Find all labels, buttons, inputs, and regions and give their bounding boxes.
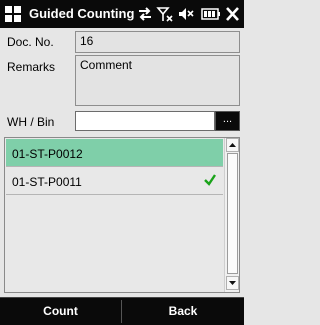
scroll-down-button[interactable] bbox=[226, 276, 239, 290]
close-icon[interactable] bbox=[224, 5, 241, 23]
list-item-label: 01-ST-P0012 bbox=[12, 147, 83, 161]
volume-muted-icon[interactable] bbox=[177, 5, 195, 23]
remarks-label: Remarks bbox=[7, 60, 56, 74]
arrow-up-icon bbox=[229, 143, 236, 147]
list-item[interactable]: 01-ST-P0012 bbox=[6, 139, 223, 167]
count-button[interactable]: Count bbox=[0, 298, 121, 325]
wh-bin-browse-button[interactable]: ... bbox=[215, 111, 240, 131]
bin-list[interactable]: 01-ST-P0012 01-ST-P0011 bbox=[4, 137, 240, 293]
sync-icon[interactable] bbox=[136, 5, 154, 23]
title-bar: Guided Counting bbox=[0, 0, 244, 28]
checkmark-icon bbox=[204, 174, 216, 186]
arrow-down-icon bbox=[229, 281, 236, 285]
back-button[interactable]: Back bbox=[122, 298, 244, 325]
doc-no-field: 16 bbox=[75, 31, 240, 53]
list-item[interactable]: 01-ST-P0011 bbox=[6, 167, 223, 195]
doc-no-label: Doc. No. bbox=[7, 35, 54, 49]
vertical-scrollbar[interactable] bbox=[224, 138, 239, 292]
app-title: Guided Counting bbox=[29, 6, 135, 21]
battery-icon[interactable] bbox=[201, 5, 221, 23]
scroll-up-button[interactable] bbox=[226, 138, 239, 152]
windows-flag-icon[interactable] bbox=[4, 5, 22, 23]
wh-bin-label: WH / Bin bbox=[7, 115, 55, 129]
remarks-field[interactable]: Comment bbox=[75, 55, 240, 106]
scroll-thumb[interactable] bbox=[227, 153, 238, 274]
signal-off-icon[interactable] bbox=[156, 5, 174, 23]
wh-bin-input[interactable] bbox=[75, 111, 215, 131]
list-item-label: 01-ST-P0011 bbox=[12, 175, 82, 189]
softkey-bar: Count Back bbox=[0, 297, 244, 325]
